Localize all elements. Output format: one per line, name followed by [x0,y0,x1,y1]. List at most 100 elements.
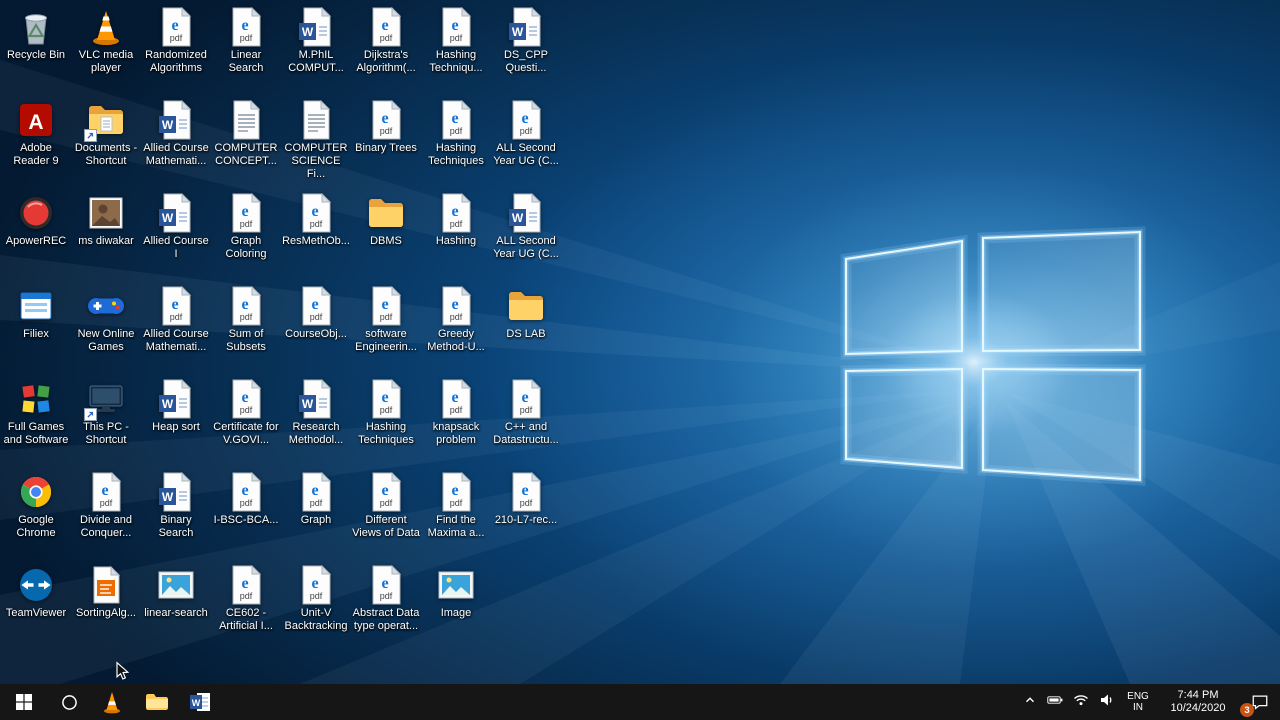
pdf-icon: e pdf [156,7,196,47]
desktop-icon[interactable]: TeamViewer [1,560,71,653]
desktop-icon[interactable]: COMPUTER CONCEPT... [211,95,281,188]
desktop-icon[interactable]: e pdf I-BSC-BCA... [211,467,281,560]
svg-text:e: e [171,296,178,313]
windows-logo-icon [16,694,32,710]
svg-text:pdf: pdf [380,591,393,601]
network-tray-button[interactable] [1068,684,1094,720]
desktop-icon[interactable]: e pdf Divide and Conquer... [71,467,141,560]
desktop-icon-label: Abstract Data type operat... [352,607,420,632]
desktop-icon[interactable]: W DS_CPP Questi... [491,2,561,95]
desktop-icon[interactable]: e pdf C++ and Datastructu... [491,374,561,467]
desktop-icon[interactable]: e pdf CourseObj... [281,281,351,374]
desktop-icon[interactable]: e pdf Unit-V Backtracking [281,560,351,653]
desktop-icon[interactable]: e pdf Graph [281,467,351,560]
svg-text:pdf: pdf [170,33,183,43]
start-button[interactable] [0,684,48,720]
desktop-icon[interactable]: ms diwakar [71,188,141,281]
explorer-taskbar-button[interactable] [134,684,178,720]
chevron-up-tray-button[interactable] [1018,684,1042,720]
desktop-icon[interactable]: Documents - Shortcut [71,95,141,188]
desktop-icon[interactable]: e pdf ResMethOb... [281,188,351,281]
desktop-icon[interactable]: e pdf Sum of Subsets [211,281,281,374]
word-app-taskbar-button[interactable]: W [178,684,222,720]
desktop-icon[interactable]: ApowerREC [1,188,71,281]
battery-tray-button[interactable] [1042,684,1068,720]
desktop-icon[interactable]: VLC media player [71,2,141,95]
desktop-icon[interactable]: Image [421,560,491,653]
desktop-icon[interactable]: W Heap sort [141,374,211,467]
desktop-icon[interactable]: e pdf Hashing Techniqu... [421,2,491,95]
desktop-icon[interactable]: SortingAlg... [71,560,141,653]
desktop-icon[interactable]: Filiex [1,281,71,374]
svg-text:W: W [512,25,524,39]
svg-text:e: e [241,575,248,592]
desktop-icon[interactable]: e pdf Greedy Method-U... [421,281,491,374]
desktop-icon[interactable]: e pdf CE602 - Artificial I... [211,560,281,653]
desktop-icon-label: Binary Trees [355,142,417,154]
svg-text:pdf: pdf [450,33,463,43]
desktop-icon-label: TeamViewer [5,607,67,619]
desktop-icon[interactable]: e pdf 210-L7-rec... [491,467,561,560]
desktop-icon[interactable]: W Allied Course Mathemati... [141,95,211,188]
desktop-icon[interactable]: New Online Games [71,281,141,374]
language-indicator[interactable]: ENG IN [1120,684,1156,720]
desktop[interactable]: Recycle Bin VLC media player e pdf Random… [0,0,1280,684]
desktop-icon[interactable]: W Allied Course I [141,188,211,281]
vlc-app-taskbar-button[interactable] [90,684,134,720]
desktop-icon[interactable]: DBMS [351,188,421,281]
desktop-icon[interactable]: W Binary Search [141,467,211,560]
taskbar: W ENG IN 7:44 PM 10/24/2020 3 [0,684,1280,720]
desktop-icon[interactable]: e pdf Allied Course Mathemati... [141,281,211,374]
svg-text:pdf: pdf [310,219,323,229]
pdf-icon: e pdf [366,472,406,512]
clock[interactable]: 7:44 PM 10/24/2020 [1156,684,1240,720]
svg-text:e: e [381,575,388,592]
image-icon [156,565,196,605]
svg-text:e: e [451,296,458,313]
volume-tray-button[interactable] [1094,684,1120,720]
desktop-icon[interactable]: linear-search [141,560,211,653]
desktop-icon[interactable]: W M.PhIL COMPUT... [281,2,351,95]
desktop-icon-label: Dijkstra's Algorithm(... [356,49,416,74]
desktop-icon[interactable]: This PC - Shortcut [71,374,141,467]
desktop-icon[interactable]: e pdf Linear Search [211,2,281,95]
desktop-icon-label: Graph [300,514,332,526]
desktop-icon[interactable]: e pdf Binary Trees [351,95,421,188]
desktop-icon[interactable]: e pdf Graph Coloring [211,188,281,281]
desktop-icon[interactable]: e pdf Hashing Techniques [351,374,421,467]
svg-text:pdf: pdf [240,312,253,322]
image-icon [436,565,476,605]
system-tray: ENG IN 7:44 PM 10/24/2020 3 [1018,684,1280,720]
desktop-icon[interactable]: e pdf Different Views of Data [351,467,421,560]
desktop-icon[interactable]: e pdf knapsack problem [421,374,491,467]
desktop-icon[interactable]: Recycle Bin [1,2,71,95]
desktop-icon[interactable]: COMPUTER SCIENCE Fi... [281,95,351,188]
desktop-icon[interactable]: Google Chrome [1,467,71,560]
desktop-icon[interactable]: e pdf Randomized Algorithms [141,2,211,95]
desktop-icon[interactable]: Full Games and Software [1,374,71,467]
desktop-icon[interactable]: e pdf Abstract Data type operat... [351,560,421,653]
desktop-icon[interactable]: A Adobe Reader 9 [1,95,71,188]
svg-text:pdf: pdf [450,312,463,322]
svg-text:e: e [241,17,248,34]
desktop-icon[interactable]: e pdf Find the Maxima a... [421,467,491,560]
desktop-icon-label: SortingAlg... [76,607,136,619]
desktop-icon[interactable]: e pdf Certificate for V.GOVI... [211,374,281,467]
cortana-search-button[interactable] [48,684,90,720]
desktop-icon[interactable]: e pdf Hashing Techniques [421,95,491,188]
svg-text:W: W [302,25,314,39]
shortcut-arrow-icon [84,129,97,142]
volume-icon [1099,693,1116,712]
desktop-icon[interactable]: e pdf software Engineerin... [351,281,421,374]
doc-folder-icon [84,100,126,142]
svg-text:e: e [451,17,458,34]
desktop-icon[interactable]: W Research Methodol... [281,374,351,467]
desktop-icon[interactable]: e pdf Dijkstra's Algorithm(... [351,2,421,95]
action-center-button[interactable]: 3 [1240,684,1280,720]
desktop-icon[interactable]: e pdf Hashing [421,188,491,281]
desktop-icon[interactable]: DS LAB [491,281,561,374]
pdf-icon: e pdf [506,100,546,140]
desktop-icon[interactable]: W ALL Second Year UG (C... [491,188,561,281]
desktop-icon-label: Filiex [23,328,49,340]
desktop-icon[interactable]: e pdf ALL Second Year UG (C... [491,95,561,188]
